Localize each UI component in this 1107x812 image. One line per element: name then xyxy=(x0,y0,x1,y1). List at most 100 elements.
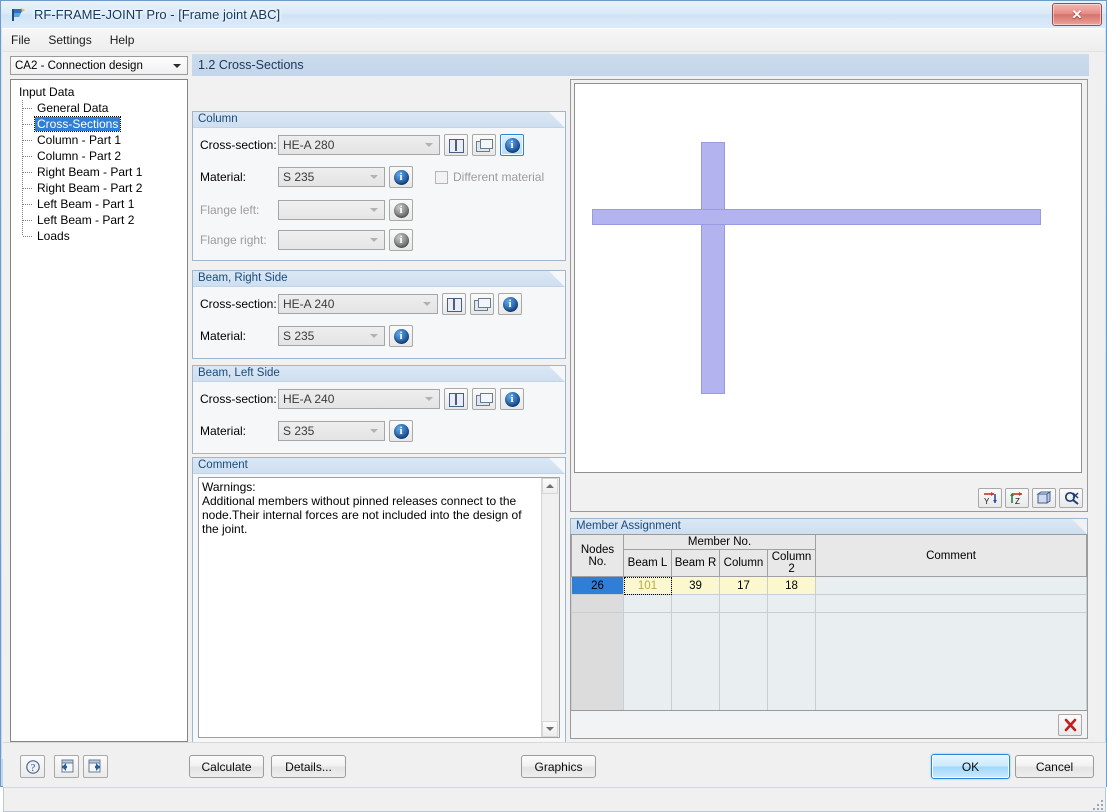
cell-beam-l[interactable] xyxy=(623,594,672,613)
beam-left-info-button[interactable]: i xyxy=(500,388,524,410)
graphics-view[interactable]: Y Z xyxy=(570,79,1088,512)
column-header-column[interactable]: Column xyxy=(719,549,768,577)
beam-left-import-button[interactable] xyxy=(472,388,496,410)
cell-beam-r[interactable]: 39 xyxy=(671,576,720,595)
delete-row-button[interactable] xyxy=(1058,714,1082,736)
scroll-up-icon[interactable] xyxy=(542,478,558,494)
navigator-tree[interactable]: Input Data General Data Cross-Sections C… xyxy=(10,79,188,742)
cell-column[interactable] xyxy=(719,594,768,613)
view-in-y-icon[interactable]: Y xyxy=(978,488,1002,508)
column-cross-section-info-button[interactable]: i xyxy=(500,134,524,156)
cell-comment[interactable] xyxy=(815,576,1087,595)
column-material-label: Material: xyxy=(200,170,247,184)
cell-node-no[interactable] xyxy=(571,594,624,613)
close-button[interactable]: ✕ xyxy=(1052,3,1102,26)
book-icon xyxy=(448,393,464,407)
next-icon xyxy=(88,759,101,772)
comment-scrollbar[interactable] xyxy=(541,478,559,737)
sidebar-item-left-beam-part-2[interactable]: Left Beam - Part 2 xyxy=(13,212,185,228)
zoom-all-icon[interactable] xyxy=(1059,488,1083,508)
info-icon: i xyxy=(504,391,520,407)
import-section-icon xyxy=(476,392,493,406)
design-case-combo[interactable]: CA2 - Connection design xyxy=(10,56,188,75)
sidebar-item-loads[interactable]: Loads xyxy=(13,228,185,244)
menu-item-settings[interactable]: Settings xyxy=(39,30,100,50)
joint-drawing-canvas[interactable] xyxy=(574,83,1082,473)
cell-column-2[interactable] xyxy=(766,594,817,613)
sidebar-item-column-part-2[interactable]: Column - Part 2 xyxy=(13,148,185,164)
tree-connector-icon xyxy=(22,116,34,132)
help-button[interactable]: ? xyxy=(20,755,45,778)
beam-right-library-button[interactable] xyxy=(442,293,466,315)
cell-node-no[interactable]: 26 xyxy=(571,576,624,595)
column-cross-section-library-button[interactable] xyxy=(444,134,468,156)
beam-right-material-combo[interactable]: S 235 xyxy=(278,326,385,346)
cell-column-2[interactable]: 18 xyxy=(766,576,817,595)
table-row[interactable] xyxy=(571,594,1087,613)
column-material-combo[interactable]: S 235 xyxy=(278,167,385,187)
beam-left-material-info-button[interactable]: i xyxy=(389,420,413,442)
member-assignment-table[interactable]: Nodes No. Member No. Comment Beam L Beam… xyxy=(570,534,1088,711)
column-header-comment[interactable]: Comment xyxy=(815,535,1087,577)
view-in-z-icon[interactable]: Z xyxy=(1005,488,1029,508)
sidebar-item-left-beam-part-1[interactable]: Left Beam - Part 1 xyxy=(13,196,185,212)
resize-grip[interactable] xyxy=(1089,796,1103,810)
import-section-icon xyxy=(474,297,491,311)
column-cross-section-import-button[interactable] xyxy=(472,134,496,156)
beam-left-group: Beam, Left Side Cross-section: HE-A 240 … xyxy=(192,365,566,454)
book-icon xyxy=(448,139,464,153)
calculate-button[interactable]: Calculate xyxy=(189,755,264,778)
beam-left-material-combo[interactable]: S 235 xyxy=(278,421,385,441)
sidebar-item-cross-sections[interactable]: Cross-Sections xyxy=(13,116,185,132)
flange-left-info-button[interactable]: i xyxy=(389,199,413,221)
column-member-graphic xyxy=(701,142,725,394)
cell-comment[interactable] xyxy=(815,594,1087,613)
beam-right-material-info-button[interactable]: i xyxy=(389,325,413,347)
column-cross-section-combo[interactable]: HE-A 280 xyxy=(278,135,440,155)
table-row-filler xyxy=(571,612,1087,710)
graphics-button[interactable]: Graphics xyxy=(521,755,596,778)
sidebar-item-right-beam-part-1[interactable]: Right Beam - Part 1 xyxy=(13,164,185,180)
column-header-beam-l[interactable]: Beam L xyxy=(623,549,672,577)
comment-textarea[interactable]: Warnings: Additional members without pin… xyxy=(198,477,560,738)
cell-beam-r[interactable] xyxy=(671,594,720,613)
column-header-column-2[interactable]: Column 2 xyxy=(766,549,817,577)
sidebar-item-column-part-1[interactable]: Column - Part 1 xyxy=(13,132,185,148)
sidebar-item-right-beam-part-2[interactable]: Right Beam - Part 2 xyxy=(13,180,185,196)
different-material-checkbox[interactable]: Different material xyxy=(435,170,544,184)
cancel-button[interactable]: Cancel xyxy=(1015,755,1094,778)
previous-button[interactable] xyxy=(54,755,79,778)
flange-left-combo[interactable] xyxy=(278,200,385,220)
beam-right-cross-section-value: HE-A 240 xyxy=(283,297,335,311)
beam-right-import-button[interactable] xyxy=(470,293,494,315)
menu-item-help[interactable]: Help xyxy=(101,30,144,50)
beam-left-cross-section-combo[interactable]: HE-A 240 xyxy=(278,389,440,409)
beam-left-library-button[interactable] xyxy=(444,388,468,410)
flange-left-label: Flange left: xyxy=(200,203,260,217)
beam-right-info-button[interactable]: i xyxy=(498,293,522,315)
menu-item-file[interactable]: File xyxy=(2,30,39,50)
next-button[interactable] xyxy=(83,755,108,778)
close-icon: ✕ xyxy=(1071,6,1083,22)
column-material-info-button[interactable]: i xyxy=(389,166,413,188)
beam-right-cross-section-combo[interactable]: HE-A 240 xyxy=(278,294,438,314)
column-header-nodes-no[interactable]: Nodes No. xyxy=(571,535,624,577)
chevron-down-icon xyxy=(422,136,436,154)
column-header-beam-r[interactable]: Beam R xyxy=(671,549,720,577)
flange-right-info-button[interactable]: i xyxy=(389,229,413,251)
book-icon xyxy=(446,298,462,312)
flange-right-combo[interactable] xyxy=(278,230,385,250)
column-cross-section-label: Cross-section: xyxy=(200,138,277,152)
cell-column[interactable]: 17 xyxy=(719,576,768,595)
sidebar-item-general-data[interactable]: General Data xyxy=(13,100,185,116)
scroll-down-icon[interactable] xyxy=(542,721,558,737)
app-icon xyxy=(10,7,28,23)
graphics-toolbar: Y Z xyxy=(978,488,1083,508)
details-button[interactable]: Details... xyxy=(271,755,346,778)
table-row[interactable]: 26 101 39 17 18 xyxy=(571,576,1087,595)
cell-beam-l[interactable]: 101 xyxy=(623,576,672,595)
tree-item-label: Left Beam - Part 1 xyxy=(37,197,135,211)
previous-icon xyxy=(61,759,74,772)
ok-button[interactable]: OK xyxy=(931,754,1010,779)
isometric-view-icon[interactable] xyxy=(1032,488,1056,508)
